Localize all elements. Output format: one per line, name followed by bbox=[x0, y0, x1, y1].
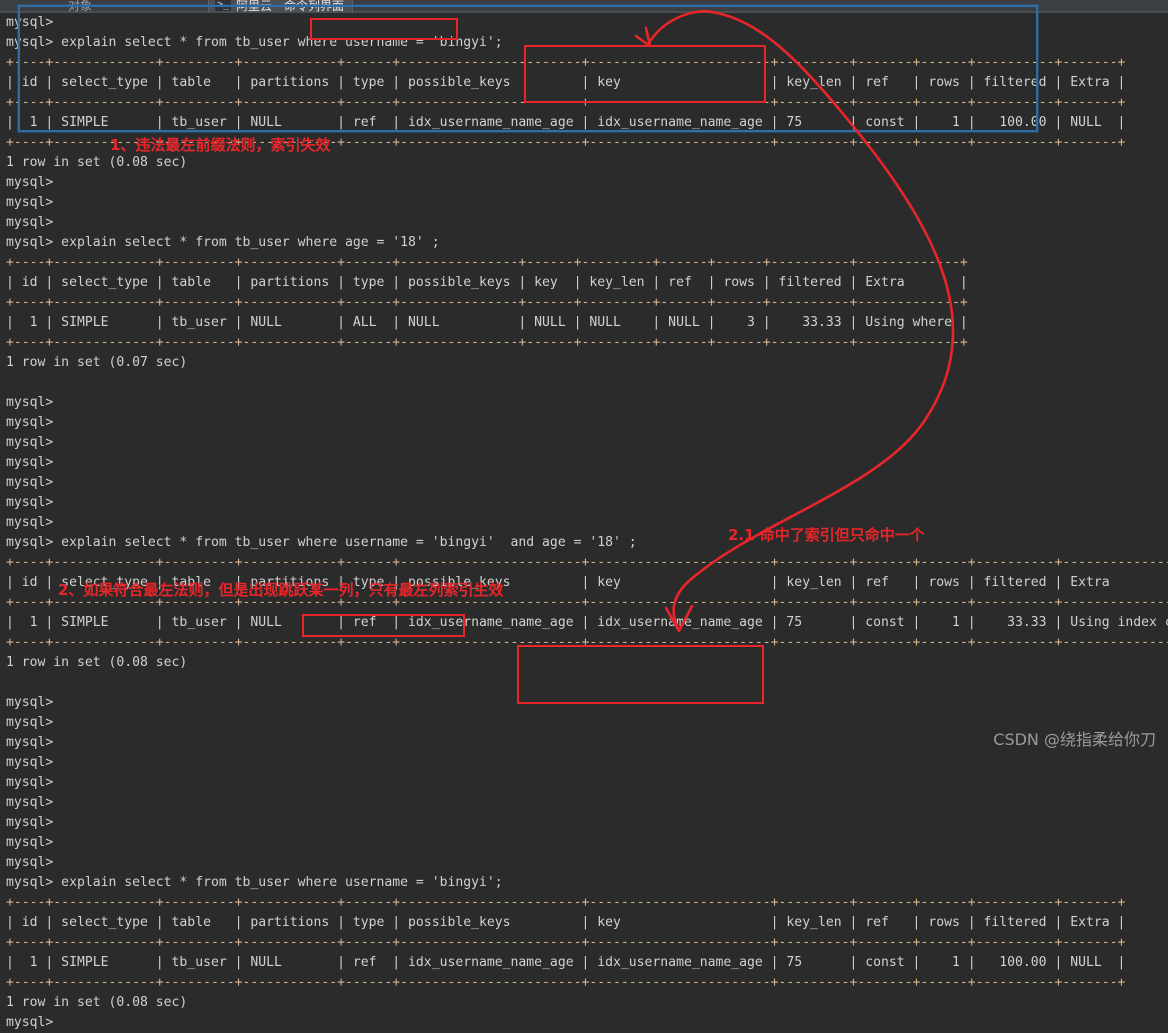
terminal-line: | 1 | SIMPLE | tb_user | NULL | ref | id… bbox=[6, 115, 1126, 130]
highlight-table4-key-columns bbox=[517, 645, 764, 704]
terminal-line: mysql> bbox=[6, 815, 54, 830]
terminal-line: | 1 | SIMPLE | tb_user | NULL | ref | id… bbox=[6, 615, 1168, 630]
terminal-line: +----+-------------+---------+----------… bbox=[6, 295, 968, 310]
terminal-line: +----+-------------+---------+----------… bbox=[6, 555, 1168, 570]
tab-aliyun-console[interactable]: >_ 阿里云 - 命令列界面 bbox=[208, 0, 354, 13]
terminal-line: mysql> bbox=[6, 455, 54, 470]
terminal-line: mysql> bbox=[6, 515, 54, 530]
terminal-icon: >_ bbox=[215, 0, 232, 11]
terminal-line: mysql> explain select * from tb_user whe… bbox=[6, 535, 637, 550]
terminal-line: mysql> bbox=[6, 175, 54, 190]
highlight-table1-key-columns bbox=[524, 45, 766, 103]
terminal-line: mysql> bbox=[6, 795, 54, 810]
terminal-line: mysql> bbox=[6, 15, 54, 30]
window-tab-strip: 对象 >_ 阿里云 - 命令列界面 bbox=[0, 0, 1168, 13]
terminal-line: mysql> bbox=[6, 755, 54, 770]
csdn-watermark: CSDN @绕指柔给你刀 bbox=[993, 730, 1156, 749]
terminal-line: mysql> bbox=[6, 195, 54, 210]
terminal-line: +----+-------------+---------+----------… bbox=[6, 935, 1126, 950]
terminal-line: mysql> bbox=[6, 1015, 54, 1030]
terminal-line: mysql> explain select * from tb_user whe… bbox=[6, 875, 503, 890]
terminal-line: mysql> bbox=[6, 415, 54, 430]
terminal-line: mysql> bbox=[6, 435, 54, 450]
tab-objects[interactable]: 对象 bbox=[68, 0, 92, 13]
terminal-line: +----+-------------+---------+----------… bbox=[6, 895, 1126, 910]
terminal-line: | id | select_type | table | partitions … bbox=[6, 915, 1126, 930]
terminal-line: mysql> explain select * from tb_user whe… bbox=[6, 235, 440, 250]
terminal-line: 1 row in set (0.08 sec) bbox=[6, 155, 188, 170]
highlight-query4-where-clause bbox=[302, 614, 465, 637]
terminal-line: | 1 | SIMPLE | tb_user | NULL | ref | id… bbox=[6, 955, 1126, 970]
annotation-note-2: 2、如果符合最左法则，但是出现跳跃某一列，只有最左列索引生效 bbox=[58, 581, 504, 599]
terminal-line: +----+-------------+---------+----------… bbox=[6, 975, 1126, 990]
annotation-note-1: 1、违法最左前缀法则，索引失效 bbox=[110, 136, 331, 154]
annotation-note-2-1: 2.1 命中了索引但只命中一个 bbox=[728, 526, 925, 544]
terminal-line: +----+-------------+---------+----------… bbox=[6, 255, 968, 270]
terminal-line: | id | select_type | table | partitions … bbox=[6, 275, 968, 290]
terminal-line: mysql> bbox=[6, 855, 54, 870]
terminal-line: | 1 | SIMPLE | tb_user | NULL | ALL | NU… bbox=[6, 315, 968, 330]
tab-aliyun-console-label: 阿里云 - 命令列界面 bbox=[236, 0, 345, 13]
terminal-line: 1 row in set (0.07 sec) bbox=[6, 355, 188, 370]
terminal-line: mysql> bbox=[6, 495, 54, 510]
terminal-line: mysql> bbox=[6, 775, 54, 790]
terminal-line: mysql> bbox=[6, 835, 54, 850]
terminal-line: mysql> bbox=[6, 215, 54, 230]
terminal-line: mysql> bbox=[6, 395, 54, 410]
terminal-line: mysql> bbox=[6, 475, 54, 490]
terminal-line: +----+-------------+---------+----------… bbox=[6, 335, 968, 350]
terminal-line: 1 row in set (0.08 sec) bbox=[6, 995, 188, 1010]
highlight-query1-where-clause bbox=[310, 18, 458, 40]
